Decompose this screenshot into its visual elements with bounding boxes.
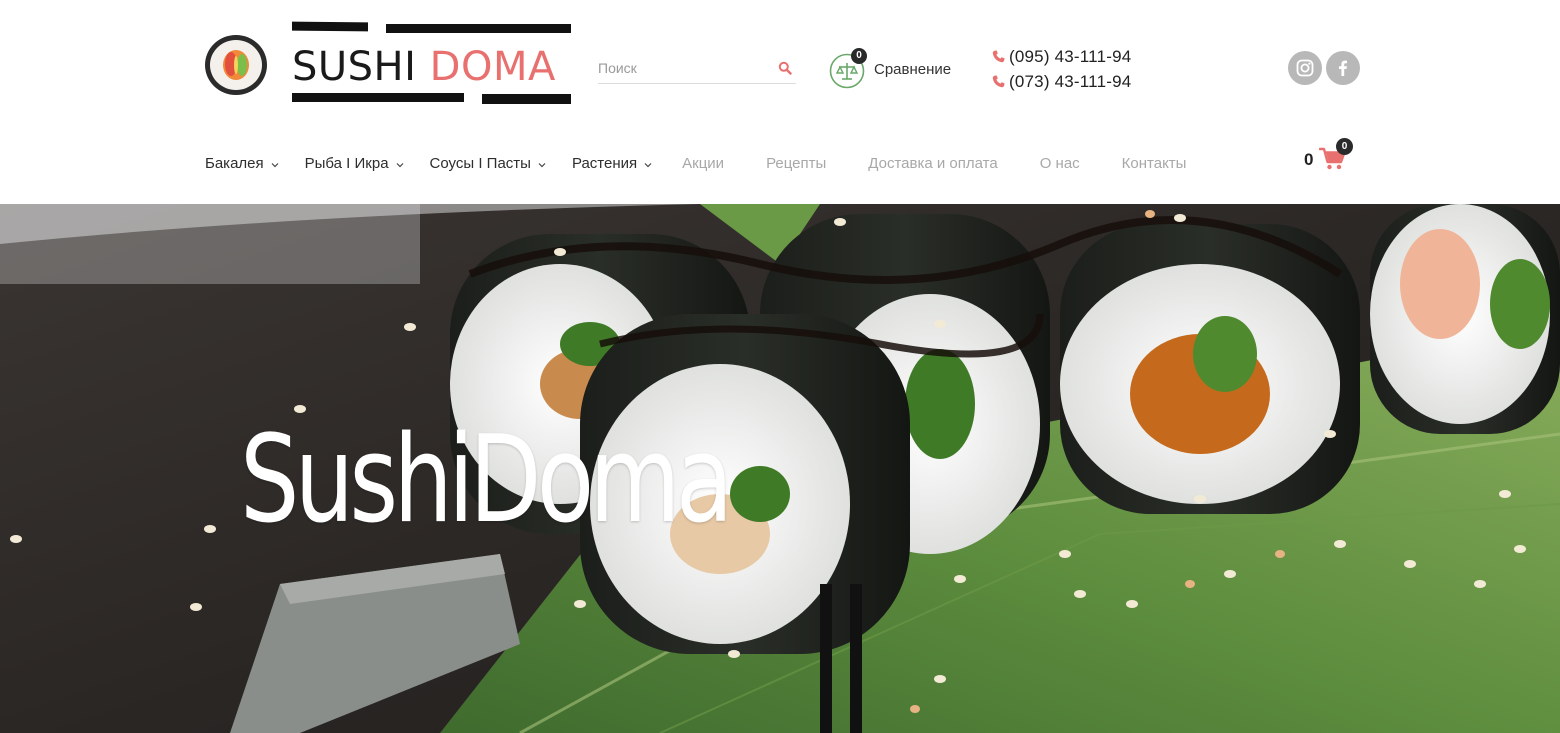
chevron-down-icon [538, 163, 546, 168]
main-nav: Бакалея Рыба I Икра Соусы I Пасты Растен… [205, 152, 1186, 176]
search-input[interactable] [598, 56, 768, 80]
chevron-down-icon [644, 163, 652, 168]
nav-item-delivery-payment[interactable]: Доставка и оплата [868, 152, 997, 176]
cart-total: 0 [1304, 150, 1314, 169]
hero-title: SushiDoma [240, 411, 733, 550]
phone-number-text: (095) 43-111-94 [1009, 47, 1132, 66]
sushi-rolls-photo [0, 204, 1560, 733]
search-box [598, 52, 796, 84]
phone-number-text: (073) 43-111-94 [1009, 72, 1132, 91]
chevron-down-icon [271, 163, 279, 168]
page: SUSHI DOMA 0 Сравнение [0, 0, 1560, 733]
facebook-icon [1339, 60, 1347, 76]
nav-item-sauces-pastes[interactable]: Соусы I Пасты [430, 152, 546, 176]
instagram-link[interactable] [1288, 51, 1322, 85]
nav-item-label: О нас [1039, 155, 1080, 172]
compare-link[interactable]: 0 Сравнение [829, 48, 969, 92]
nav-item-label: Доставка и оплата [868, 155, 998, 172]
nav-item-fish-caviar[interactable]: Рыба I Икра [305, 152, 404, 176]
site-header: SUSHI DOMA 0 Сравнение [0, 0, 1560, 204]
search-icon[interactable] [778, 61, 792, 75]
chevron-down-icon [396, 163, 403, 168]
chopstick-bar [482, 94, 571, 104]
logo-word-doma: DOMA [429, 44, 556, 90]
nav-item-label: Бакалея [205, 155, 264, 172]
phone-number-2[interactable]: (073) 43-111-94 [990, 69, 1160, 94]
cart-button[interactable]: 0 0 [1304, 138, 1364, 178]
facebook-link[interactable] [1326, 51, 1360, 85]
nav-item-label: Контакты [1121, 155, 1187, 172]
nav-item-plants[interactable]: Растения [572, 152, 652, 176]
nav-item-label: Акции [682, 155, 725, 172]
logo-wordmark: SUSHI DOMA [292, 42, 571, 92]
sushi-roll-logo-icon [205, 35, 267, 95]
nav-item-label: Рыба I Икра [304, 155, 389, 172]
chopstick-bar [386, 24, 571, 33]
chopstick-bar [292, 21, 368, 32]
chopstick-bar [292, 93, 464, 102]
phone-icon [992, 75, 1005, 88]
nav-item-promotions[interactable]: Акции [682, 152, 724, 176]
nav-item-label: Рецепты [766, 155, 827, 172]
hero-banner: SushiDoma [0, 204, 1560, 733]
nav-item-label: Растения [571, 155, 638, 172]
nav-item-grocery[interactable]: Бакалея [205, 152, 279, 176]
nav-item-label: Соусы I Пасты [429, 155, 531, 172]
chopsticks-logo-graphic: SUSHI DOMA [292, 21, 571, 106]
compare-label: Сравнение [874, 61, 952, 78]
compare-count-badge: 0 [851, 48, 867, 64]
logo-word-sushi: SUSHI [292, 44, 417, 90]
cart-count-badge: 0 [1336, 138, 1353, 155]
phone-number-1[interactable]: (095) 43-111-94 [990, 44, 1160, 69]
nav-item-recipes[interactable]: Рецепты [766, 152, 826, 176]
nav-item-about[interactable]: О нас [1040, 152, 1080, 176]
phone-list: (095) 43-111-94 (073) 43-111-94 [990, 44, 1160, 94]
site-logo[interactable]: SUSHI DOMA [203, 21, 571, 106]
nav-item-contacts[interactable]: Контакты [1122, 152, 1187, 176]
instagram-icon [1296, 59, 1314, 77]
phone-icon [992, 50, 1005, 63]
